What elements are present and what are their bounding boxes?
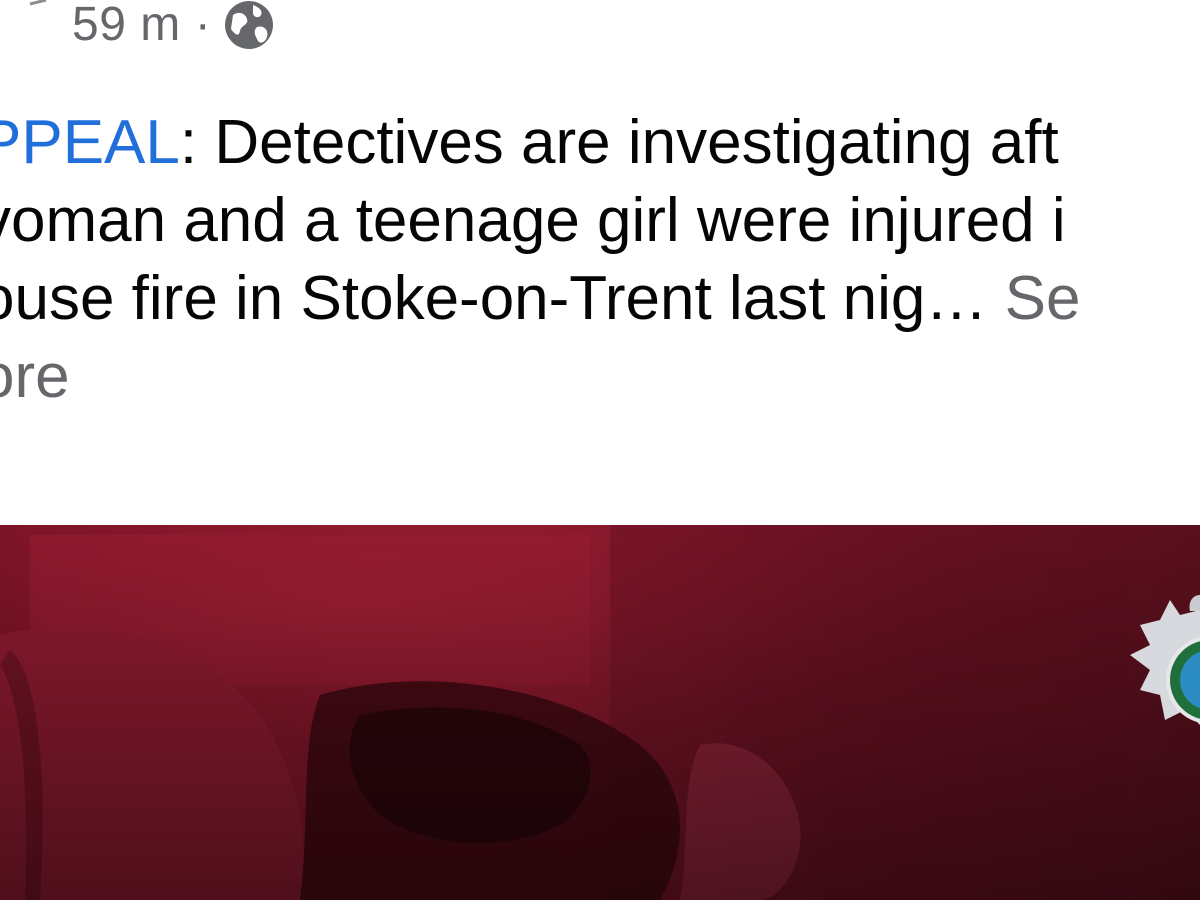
hashtag-appeal[interactable]: PPEAL	[0, 108, 180, 177]
post-image-art	[0, 525, 1200, 900]
avatar-edge[interactable]	[0, 0, 60, 40]
post-message: PPEAL: Detectives are investigating aft …	[0, 104, 1200, 416]
post-line-3-text: ouse fire in Stoke-on-Trent last nig…	[0, 264, 988, 333]
globe-icon[interactable]	[223, 0, 275, 51]
post-header: 59 m ·	[0, 0, 1200, 60]
post-line-1-text: : Detectives are investigating aft	[179, 108, 1059, 177]
post-line-1: PPEAL: Detectives are investigating aft	[0, 104, 1200, 182]
post-timestamp[interactable]: 59 m	[72, 0, 181, 52]
facebook-post: 59 m · PPEAL: Detectives are investigati…	[0, 0, 1200, 900]
post-line-3: ouse fire in Stoke-on-Trent last nig… Se	[0, 260, 1200, 338]
post-image[interactable]	[0, 525, 1200, 900]
post-line-2: voman and a teenage girl were injured i	[0, 186, 1066, 255]
post-meta: 59 m ·	[72, 0, 275, 54]
see-more-link[interactable]: Se	[987, 264, 1081, 333]
see-more-link-continued[interactable]: ore	[0, 338, 1200, 416]
meta-separator: ·	[194, 0, 212, 51]
